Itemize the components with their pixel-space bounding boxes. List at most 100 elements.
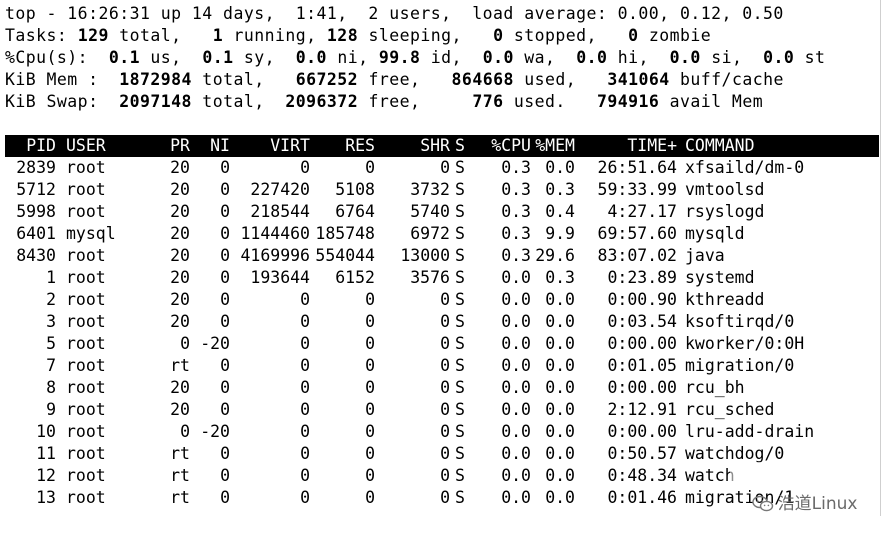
cell-command: lru-add-drain (685, 422, 815, 441)
cpu-st: 0.0 (763, 48, 795, 67)
cell-res: 0 (365, 378, 375, 397)
cell-nice: 0 (220, 290, 230, 309)
cpu-si: 0.0 (669, 48, 701, 67)
header-virt: VIRT (270, 136, 310, 155)
cell-state: S (455, 158, 465, 177)
cell-time: 0:03.54 (607, 312, 677, 331)
cpu-id-label: id, (420, 48, 483, 67)
cell-shr: 13000 (400, 246, 450, 265)
cell-command: kworker/0:0H (685, 334, 805, 353)
cell-state: S (455, 290, 465, 309)
cell-mem-percent: 0.0 (545, 290, 575, 309)
cell-shr: 5740 (410, 202, 450, 221)
swap-free: 2096372 (285, 92, 359, 111)
cell-virt: 0 (300, 290, 310, 309)
cell-cpu-percent: 0.0 (501, 268, 531, 287)
cell-time: 4:27.17 (607, 202, 677, 221)
cell-cpu-percent: 0.3 (501, 158, 531, 177)
cell-virt: 0 (300, 158, 310, 177)
cell-priority: 20 (170, 224, 190, 243)
process-row: 7 root rt 0 0 0 0 S 0.0 0.0 0:01.05 migration/0 (5, 355, 879, 377)
cell-state: S (455, 268, 465, 287)
cell-priority: rt (170, 488, 190, 507)
process-row: 1 root 20 0 193644 6152 3576 S 0.0 0.3 0:23.89 syst… (5, 267, 879, 289)
cell-command: rcu_bh (685, 378, 745, 397)
cell-nice: 0 (220, 224, 230, 243)
cell-pid: 12 (36, 466, 56, 485)
cell-time: 83:07.02 (597, 246, 677, 265)
cpu-us: 0.1 (108, 48, 140, 67)
tasks-sleeping: 128 (326, 26, 359, 45)
cell-virt: 0 (300, 400, 310, 419)
cell-shr: 0 (440, 356, 450, 375)
terminal-window: top - 16:26:31 up 14 days, 1:41, 2 users… (0, 0, 881, 516)
process-row: 6401 mysql 20 0 1144460 185748 6972 S 0.3 9.9 69:5… (5, 223, 879, 245)
tasks-running: 1 (212, 26, 224, 45)
cell-shr: 0 (440, 444, 450, 463)
cell-cpu-percent: 0.0 (501, 334, 531, 353)
cell-state: S (455, 224, 465, 243)
cell-command: ksoftirqd/0 (685, 312, 795, 331)
cell-user: root (66, 400, 106, 419)
cell-res: 0 (365, 466, 375, 485)
cell-shr: 0 (440, 488, 450, 507)
cell-time: 59:33.99 (597, 180, 677, 199)
swap-line: KiB Swap: 2097148 total, 2096372 free, 7… (5, 91, 763, 113)
cell-command: rcu_sched (685, 400, 775, 419)
cell-res: 0 (365, 290, 375, 309)
cell-user: root (66, 378, 106, 397)
cell-priority: 20 (170, 400, 190, 419)
mem-used: 864668 (451, 70, 514, 89)
cell-mem-percent: 0.0 (545, 378, 575, 397)
cell-user: root (66, 246, 106, 265)
cpu-line: %Cpu(s): 0.1 us, 0.1 sy, 0.0 ni, 99.8 id… (5, 47, 825, 69)
cell-cpu-percent: 0.0 (501, 422, 531, 441)
swap-label: KiB Swap: (5, 92, 120, 111)
cell-user: root (66, 488, 106, 507)
cpu-id: 99.8 (378, 48, 421, 67)
header-mem: %MEM (535, 136, 575, 155)
cell-cpu-percent: 0.0 (501, 312, 531, 331)
process-row: 10 root 0 -20 0 0 0 S 0.0 0.0 0:00.00 lru-add-drain (5, 421, 879, 443)
cell-user: root (66, 356, 106, 375)
cpu-si-label: si, (700, 48, 764, 67)
mem-buff-label: buff/cache (669, 70, 784, 89)
header-s: S (455, 136, 465, 155)
cell-mem-percent: 0.0 (545, 312, 575, 331)
mem-label: KiB Mem : (5, 70, 120, 89)
tasks-running-label: running, (223, 26, 327, 45)
cell-virt: 0 (300, 356, 310, 375)
cell-state: S (455, 466, 465, 485)
cell-command: migration/0 (685, 356, 795, 375)
cell-nice: 0 (220, 268, 230, 287)
cell-priority: 20 (170, 290, 190, 309)
mem-free: 667252 (295, 70, 359, 89)
cell-virt: 0 (300, 378, 310, 397)
cell-user: root (66, 290, 106, 309)
swap-used: 776 (472, 92, 504, 111)
header-cpu: %CPU (491, 136, 531, 155)
cell-user: root (66, 334, 106, 353)
cell-res: 6764 (335, 202, 375, 221)
cell-shr: 0 (440, 422, 450, 441)
cell-nice: 0 (220, 400, 230, 419)
cpu-wa-label: wa, (513, 48, 577, 67)
cell-user: root (66, 202, 106, 221)
cell-shr: 0 (440, 378, 450, 397)
cpu-wa: 0.0 (482, 48, 514, 67)
cell-priority: 0 (180, 334, 190, 353)
header-time: TIME+ (627, 136, 677, 155)
cell-shr: 0 (440, 312, 450, 331)
tasks-stopped-label: stopped, (503, 26, 629, 45)
cell-time: 0:23.89 (607, 268, 677, 287)
cell-res: 5108 (335, 180, 375, 199)
cell-pid: 13 (36, 488, 56, 507)
process-row: 8 root 20 0 0 0 0 S 0.0 0.0 0:00.00 rcu_bh (5, 377, 879, 399)
cell-res: 0 (365, 488, 375, 507)
mem-used-label: used, (513, 70, 608, 89)
tasks-zombie: 0 (628, 26, 639, 45)
cell-pid: 2 (46, 290, 56, 309)
cell-priority: 20 (170, 202, 190, 221)
cell-mem-percent: 0.0 (545, 488, 575, 507)
process-row: 2 root 20 0 0 0 0 S 0.0 0.0 0:00.90 kthreadd (5, 289, 879, 311)
